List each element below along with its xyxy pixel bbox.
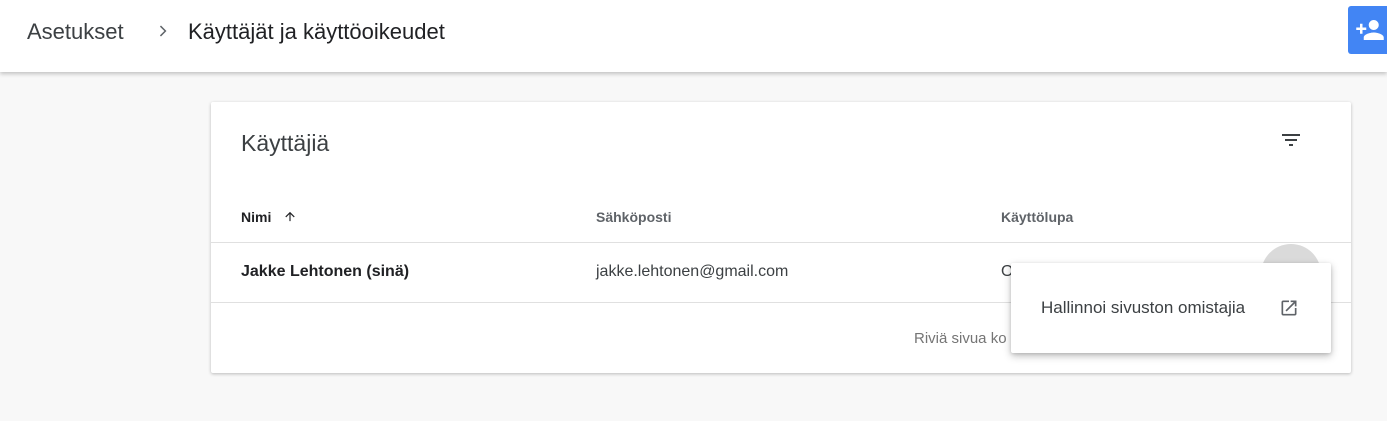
filter-button[interactable] (1277, 126, 1305, 154)
column-header-permission[interactable]: Käyttölupa (1001, 209, 1073, 225)
user-email-cell: jakke.lehtonen@gmail.com (596, 263, 789, 280)
card-title: Käyttäjiä (241, 130, 330, 156)
person-add-icon (1356, 20, 1384, 40)
filter-icon (1282, 134, 1300, 146)
page-title: Käyttäjät ja käyttöoikeudet (188, 19, 445, 44)
breadcrumb-settings-link[interactable]: Asetukset (27, 19, 124, 45)
arrow-up-icon[interactable] (283, 209, 297, 224)
rows-per-page-label: Riviä sivua ko (914, 330, 1007, 347)
add-user-button[interactable] (1348, 6, 1387, 54)
column-header-email[interactable]: Sähköposti (596, 209, 671, 225)
chevron-right-icon (159, 25, 167, 37)
top-header: Asetukset Käyttäjät ja käyttöoikeudet (0, 0, 1387, 72)
menu-item-label: Hallinnoi sivuston omistajia (1041, 298, 1246, 317)
column-header-name[interactable]: Nimi (241, 209, 271, 225)
user-name-cell: Jakke Lehtonen (sinä) (241, 263, 410, 280)
divider (211, 242, 1351, 243)
manage-site-owners-menu-item[interactable]: Hallinnoi sivuston omistajia (1011, 263, 1331, 353)
open-in-new-icon (1281, 300, 1297, 316)
row-context-menu: Hallinnoi sivuston omistajia (1011, 263, 1331, 353)
